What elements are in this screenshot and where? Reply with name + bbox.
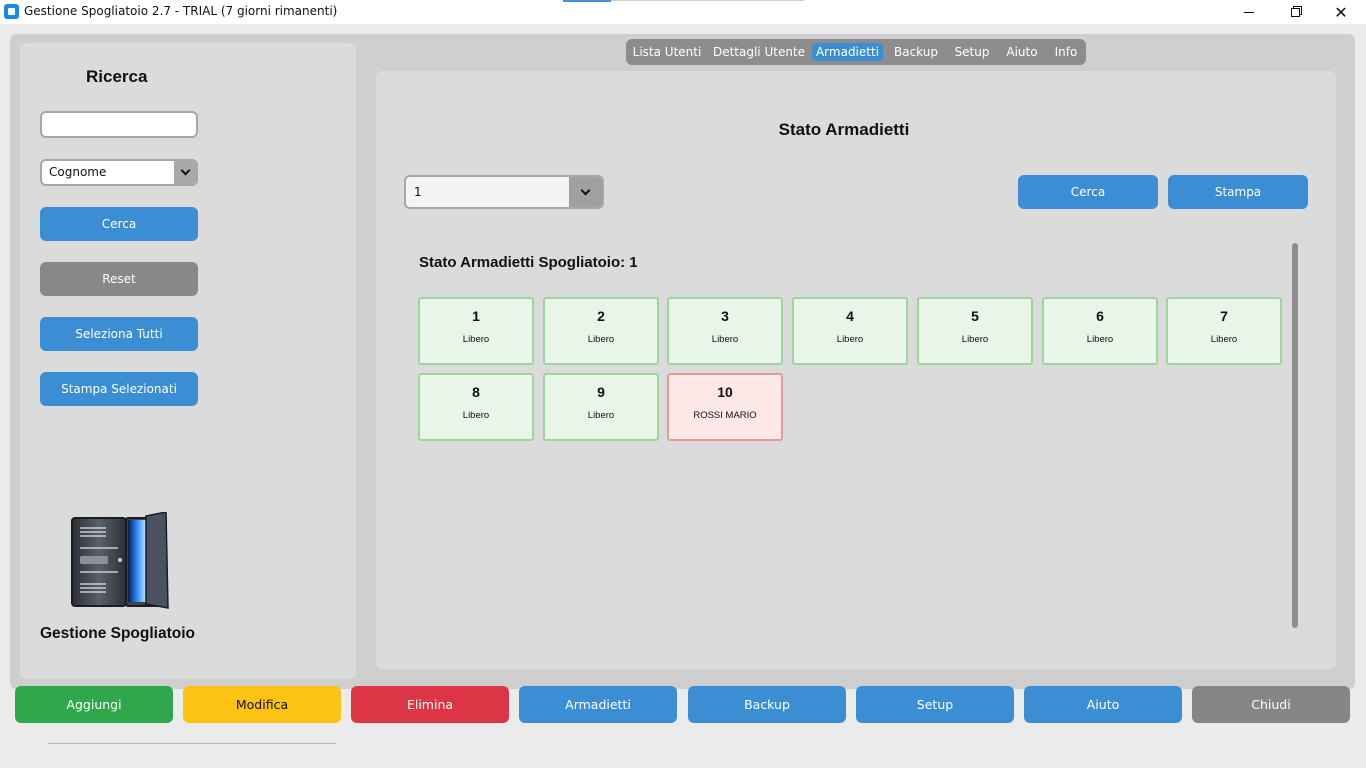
locker-number: 1 [472, 308, 480, 324]
page-title: Stato Armadietti [778, 120, 910, 139]
locker-status: ROSSI MARIO [693, 410, 757, 421]
search-field-select[interactable]: Cognome [40, 159, 198, 186]
bottom-action-bar: Aggiungi Modifica Elimina Armadietti Bac… [0, 679, 1366, 744]
locker-status: Libero [462, 410, 490, 421]
locker-number: 9 [597, 384, 605, 400]
locker-status: Libero [587, 410, 615, 421]
room-select[interactable]: 1 [404, 175, 604, 209]
tab-armadietti[interactable]: Armadietti [812, 43, 883, 61]
maximize-icon [1290, 7, 1300, 17]
minimize-icon [1244, 11, 1254, 13]
locker-card[interactable]: 5 Libero [917, 297, 1033, 365]
locker-card[interactable]: 10 ROSSI MARIO [667, 373, 783, 441]
print-button[interactable]: Stampa [1168, 175, 1308, 209]
locker-status: Libero [587, 334, 615, 345]
backup-button[interactable]: Backup [688, 686, 846, 723]
title-divider-line [611, 0, 804, 1]
locker-number: 8 [472, 384, 480, 400]
search-lockers-button[interactable]: Cerca [1018, 175, 1158, 209]
close-window-button[interactable]: ✕ [1318, 0, 1364, 24]
locker-status: Libero [836, 334, 864, 345]
room-select-value: 1 [414, 185, 422, 199]
dropdown-button[interactable] [174, 161, 196, 184]
locker-card[interactable]: 1 Libero [418, 297, 534, 365]
locker-number: 6 [1096, 308, 1104, 324]
app-icon [4, 4, 19, 19]
app-name-footer: Gestione Spogliatoio [40, 625, 196, 642]
locker-card[interactable]: 8 Libero [418, 373, 534, 441]
locker-status: Libero [961, 334, 989, 345]
minimize-button[interactable] [1226, 0, 1272, 24]
locker-number: 10 [717, 384, 733, 400]
close-button[interactable]: Chiudi [1192, 686, 1350, 723]
locker-status: Libero [1086, 334, 1114, 345]
help-button[interactable]: Aiuto [1024, 686, 1182, 723]
content-scrollbar[interactable] [1292, 243, 1298, 628]
tab-setup[interactable]: Setup [949, 43, 995, 61]
title-bar: Gestione Spogliatoio 2.7 - TRIAL (7 gior… [0, 0, 1366, 24]
setup-button[interactable]: Setup [856, 686, 1014, 723]
locker-card[interactable]: 4 Libero [792, 297, 908, 365]
search-field-value: Cognome [49, 165, 107, 179]
locker-number: 7 [1220, 308, 1228, 324]
locker-number: 5 [971, 308, 979, 324]
locker-card[interactable]: 7 Libero [1166, 297, 1282, 365]
maximize-button[interactable] [1272, 0, 1318, 24]
reset-button[interactable]: Reset [40, 262, 198, 296]
print-selected-button[interactable]: Stampa Selezionati [40, 372, 198, 406]
locker-number: 2 [597, 308, 605, 324]
bottom-strip [48, 743, 336, 744]
close-icon: ✕ [1334, 2, 1348, 22]
chevron-down-icon [180, 165, 190, 176]
tab-bar: Lista Utenti Dettagli Utente Armadietti … [626, 39, 1086, 65]
locker-status: Libero [462, 334, 490, 345]
tab-backup[interactable]: Backup [889, 43, 943, 61]
edit-button[interactable]: Modifica [183, 686, 341, 723]
locker-status: Libero [711, 334, 739, 345]
add-button[interactable]: Aggiungi [15, 686, 173, 723]
room-dropdown-button[interactable] [569, 177, 602, 207]
chevron-down-icon [580, 185, 591, 195]
tab-dettagli-utente[interactable]: Dettagli Utente [712, 43, 806, 61]
search-button[interactable]: Cerca [40, 207, 198, 241]
locker-grid-title: Stato Armadietti Spogliatoio: 1 [419, 254, 638, 271]
locker-status: Libero [1210, 334, 1238, 345]
locker-card[interactable]: 2 Libero [543, 297, 659, 365]
locker-logo-icon [71, 512, 169, 609]
lockers-content [376, 71, 1336, 669]
window-title: Gestione Spogliatoio 2.7 - TRIAL (7 gior… [24, 4, 338, 18]
select-all-button[interactable]: Seleziona Tutti [40, 317, 198, 351]
locker-card[interactable]: 3 Libero [667, 297, 783, 365]
title-accent-line [563, 0, 611, 2]
locker-card[interactable]: 9 Libero [543, 373, 659, 441]
lockers-button[interactable]: Armadietti [519, 686, 677, 723]
locker-card[interactable]: 6 Libero [1042, 297, 1158, 365]
tab-info[interactable]: Info [1049, 43, 1083, 61]
delete-button[interactable]: Elimina [351, 686, 509, 723]
locker-number: 4 [846, 308, 854, 324]
tab-aiuto[interactable]: Aiuto [1001, 43, 1043, 61]
tab-lista-utenti[interactable]: Lista Utenti [630, 43, 704, 61]
sidebar-title: Ricerca [86, 67, 148, 86]
locker-number: 3 [721, 308, 729, 324]
